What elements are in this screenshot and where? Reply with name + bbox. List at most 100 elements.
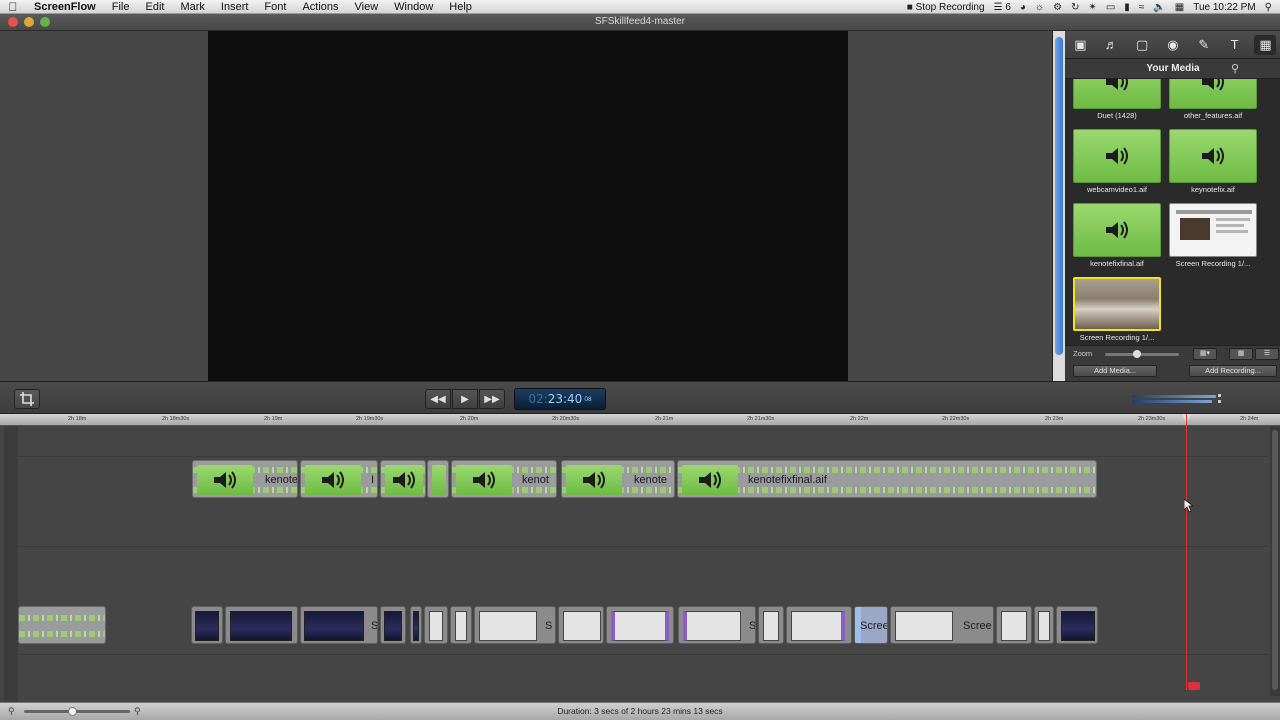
media-scrollbar-thumb[interactable]	[1055, 37, 1063, 355]
ruler-tick-label: 2h 21m	[655, 416, 674, 422]
volume-icon[interactable]: 🔈	[1153, 2, 1165, 13]
search-icon[interactable]: ⚲	[1231, 62, 1239, 75]
audio-clip[interactable]: kenote	[561, 460, 675, 498]
preview-canvas[interactable]	[208, 31, 848, 381]
crop-button[interactable]	[14, 389, 40, 409]
video-clip[interactable]	[996, 606, 1032, 644]
media-item[interactable]: webcamvideo1.aif	[1071, 129, 1163, 194]
timeline[interactable]: kenote I kenot kenote kenotefixfinal.aif…	[0, 426, 1280, 702]
menu-help[interactable]: Help	[441, 1, 480, 13]
video-clip[interactable]	[450, 606, 472, 644]
audio-clip[interactable]: I	[300, 460, 378, 498]
menu-font[interactable]: Font	[256, 1, 294, 13]
video-clip[interactable]	[786, 606, 852, 644]
audio-properties-icon[interactable]: ♬	[1100, 35, 1122, 55]
add-media-button[interactable]: Add Media...	[1073, 365, 1157, 377]
video-clip[interactable]: Scree	[854, 606, 888, 644]
ruler-tick-label: 2h 19m	[264, 416, 283, 422]
battery-icon[interactable]: ▮	[1124, 2, 1130, 13]
media-scrollbar[interactable]	[1053, 31, 1065, 381]
menu-mark[interactable]: Mark	[172, 1, 212, 13]
audio-clip[interactable]	[380, 460, 426, 498]
list-view-button[interactable]: ☰	[1255, 348, 1279, 360]
status-counter[interactable]: ☰ 6	[994, 2, 1011, 13]
ruler-tick-label: 2h 24m	[1240, 416, 1259, 422]
media-zoom-knob[interactable]	[1133, 350, 1141, 358]
sync-icon[interactable]: ↻	[1071, 2, 1079, 13]
video-clip[interactable]: S	[474, 606, 556, 644]
ruler-tick-label: 2h 20m30s	[552, 416, 580, 422]
app-menu[interactable]: ScreenFlow	[26, 1, 104, 13]
play-button[interactable]: ▶	[452, 389, 478, 409]
screen-recording-icon[interactable]: ▢	[1131, 35, 1153, 55]
add-recording-button[interactable]: Add Recording...	[1189, 365, 1277, 377]
menu-file[interactable]: File	[104, 1, 138, 13]
inspector-tabs: ▣ ♬ ▢ ◉ ✎ T ▦	[1065, 31, 1280, 59]
clip-thumbnail	[195, 611, 219, 641]
media-header: Your Media ⚲	[1065, 59, 1280, 79]
stop-recording-menu[interactable]: ■ Stop Recording	[907, 2, 985, 13]
audio-clip[interactable]	[18, 606, 106, 644]
playhead-line[interactable]	[1186, 414, 1187, 690]
wifi-icon[interactable]: ≈	[1139, 2, 1145, 13]
video-clip[interactable]	[225, 606, 298, 644]
media-item[interactable]: kenotefixfinal.aif	[1071, 203, 1163, 268]
video-clip[interactable]	[606, 606, 674, 644]
media-item[interactable]: keynotefix.aif	[1167, 129, 1259, 194]
bluetooth-icon[interactable]: ✴	[1088, 2, 1096, 13]
spotlight-search-icon[interactable]: ⚲	[1265, 2, 1272, 13]
input-menu-icon[interactable]: ▦	[1175, 2, 1184, 13]
menu-clock[interactable]: Tue 10:22 PM	[1193, 2, 1255, 13]
video-clip[interactable]	[558, 606, 604, 644]
menu-actions[interactable]: Actions	[294, 1, 346, 13]
clip-thumbnail	[791, 611, 845, 641]
audio-clip[interactable]	[427, 460, 449, 498]
speaker-icon	[1202, 147, 1224, 165]
audio-thumbnail	[1073, 203, 1161, 257]
audio-clip[interactable]: kenotefixfinal.aif	[677, 460, 1097, 498]
media-item[interactable]: other_features.aif	[1167, 79, 1259, 120]
timeline-ruler[interactable]: 2h 18m 2h 18m30s 2h 19m 2h 19m30s 2h 20m…	[0, 414, 1280, 426]
grid-view-button[interactable]: ▦	[1229, 348, 1253, 360]
media-item[interactable]: Screen Recording 1/...	[1167, 203, 1259, 268]
media-zoom-slider[interactable]	[1105, 350, 1179, 358]
video-clip[interactable]	[424, 606, 448, 644]
menu-edit[interactable]: Edit	[137, 1, 172, 13]
video-clip[interactable]: S	[678, 606, 756, 644]
skype-icon[interactable]: ☼	[1035, 2, 1044, 13]
playhead-end-marker[interactable]	[1188, 682, 1200, 690]
video-clip[interactable]: Scree	[890, 606, 994, 644]
audio-clip[interactable]: kenote	[192, 460, 298, 498]
video-clip[interactable]: S	[300, 606, 378, 644]
video-clip[interactable]	[410, 606, 422, 644]
fast-forward-button[interactable]: ▶▶	[479, 389, 505, 409]
menu-insert[interactable]: Insert	[213, 1, 257, 13]
audio-clip[interactable]: kenot	[451, 460, 557, 498]
view-options-button[interactable]: ▦▾	[1193, 348, 1217, 360]
text-icon[interactable]: T	[1224, 35, 1246, 55]
clip-label: kenote	[265, 474, 298, 486]
annotation-icon[interactable]: ✎	[1193, 35, 1215, 55]
menu-view[interactable]: View	[347, 1, 387, 13]
video-clip[interactable]	[758, 606, 784, 644]
video-properties-icon[interactable]: ▣	[1069, 35, 1091, 55]
media-item[interactable]: Duet (1428)	[1071, 79, 1163, 120]
apple-menu-icon[interactable]: 	[0, 0, 26, 14]
app-status-icon[interactable]: ⚙	[1053, 2, 1062, 13]
video-clip[interactable]	[191, 606, 223, 644]
rewind-button[interactable]: ◀◀	[425, 389, 451, 409]
timemachine-icon[interactable]: ◕	[1020, 2, 1026, 13]
media-library-icon[interactable]: ▦	[1254, 34, 1277, 55]
video-clip[interactable]	[1034, 606, 1054, 644]
timeline-scrollbar-thumb[interactable]	[1272, 430, 1278, 690]
display-icon[interactable]: ▭	[1106, 2, 1115, 13]
video-clip[interactable]	[1056, 606, 1098, 644]
video-clip[interactable]	[380, 606, 406, 644]
menu-window[interactable]: Window	[386, 1, 441, 13]
timeline-scrollbar[interactable]	[1270, 426, 1280, 696]
media-item-selected[interactable]: Screen Recording 1/...	[1071, 277, 1163, 342]
clip-label: I	[371, 474, 375, 486]
callout-icon[interactable]: ◉	[1162, 35, 1184, 55]
mouse-cursor-icon	[1184, 499, 1194, 513]
ruler-tick-label: 2h 21m30s	[747, 416, 775, 422]
